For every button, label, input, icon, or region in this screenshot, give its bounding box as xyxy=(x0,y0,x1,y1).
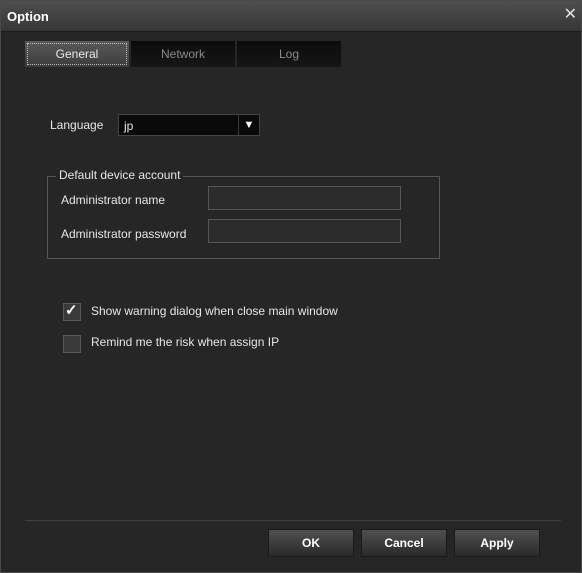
title-bar[interactable]: Option ✕ xyxy=(1,1,581,32)
language-select[interactable]: jp ▼ xyxy=(118,114,260,136)
tab-network[interactable]: Network xyxy=(131,41,235,67)
option-dialog: Option ✕ General Network Log Language jp… xyxy=(0,0,582,573)
window-title: Option xyxy=(7,9,49,24)
apply-button[interactable]: Apply xyxy=(454,529,540,557)
default-account-group-title: Default device account xyxy=(56,168,184,182)
language-selected-value: jp xyxy=(124,119,134,133)
checkmark-icon: ✓ xyxy=(65,302,78,319)
footer-divider xyxy=(25,520,561,521)
admin-name-field[interactable] xyxy=(208,186,401,210)
chevron-down-icon[interactable]: ▼ xyxy=(238,115,259,135)
tab-general[interactable]: General xyxy=(25,41,129,67)
cancel-button[interactable]: Cancel xyxy=(361,529,447,557)
remind-risk-checkbox[interactable] xyxy=(63,335,81,353)
show-warning-checkbox[interactable]: ✓ xyxy=(63,302,81,321)
admin-password-field[interactable] xyxy=(208,219,401,243)
general-panel xyxy=(25,67,561,521)
admin-password-label: Administrator password xyxy=(61,227,187,241)
tab-bar: General Network Log xyxy=(25,41,343,67)
remind-risk-label[interactable]: Remind me the risk when assign IP xyxy=(91,335,279,349)
admin-name-label: Administrator name xyxy=(61,193,166,207)
tab-log[interactable]: Log xyxy=(237,41,341,67)
close-icon[interactable]: ✕ xyxy=(564,7,577,23)
show-warning-label[interactable]: Show warning dialog when close main wind… xyxy=(91,304,338,318)
ok-button[interactable]: OK xyxy=(268,529,354,557)
language-label: Language xyxy=(50,118,104,132)
